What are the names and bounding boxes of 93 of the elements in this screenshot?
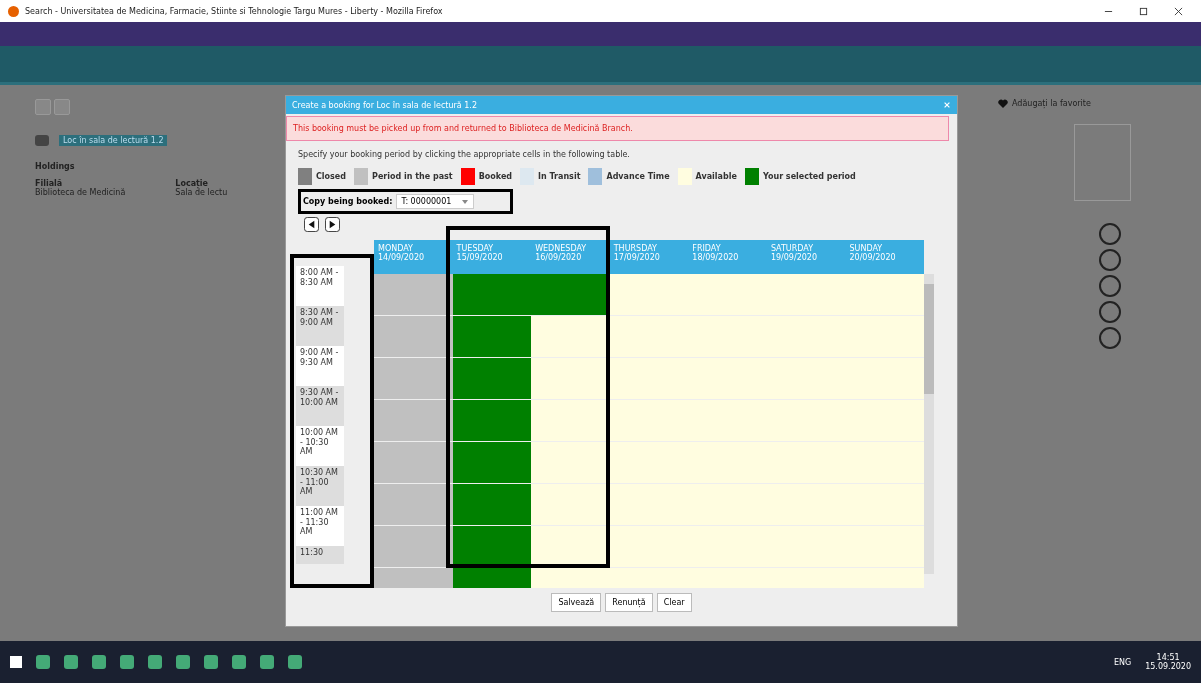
booking-cell[interactable] — [609, 400, 689, 441]
time-slot: 10:00 AM - 10:30 AM — [296, 426, 344, 466]
booking-cell[interactable] — [609, 316, 689, 357]
booking-cell[interactable] — [374, 274, 453, 315]
back-button[interactable] — [35, 99, 51, 115]
section-heading: Holdings — [35, 162, 76, 171]
day-header: TUESDAY 15/09/2020 — [455, 243, 504, 264]
taskbar-app-icon[interactable] — [288, 655, 302, 669]
booking-cell[interactable] — [374, 568, 453, 588]
booking-cell[interactable] — [452, 316, 532, 357]
taskbar-clock: 14:51 15.09.2020 — [1145, 653, 1191, 671]
booking-cell[interactable] — [845, 316, 925, 357]
record-title[interactable]: Loc în sala de lectură 1.2 — [59, 135, 168, 146]
time-slot: 8:00 AM - 8:30 AM — [296, 266, 344, 306]
booking-cell[interactable] — [452, 484, 532, 525]
booking-cell[interactable] — [845, 442, 925, 483]
taskbar-app-icon[interactable] — [260, 655, 274, 669]
legend-label: Closed — [316, 172, 347, 181]
taskbar-app-icon[interactable] — [92, 655, 106, 669]
legend-label: Your selected period — [762, 172, 856, 181]
copy-select[interactable]: T: 00000001 — [396, 194, 475, 209]
day-header: SUNDAY 20/09/2020 — [848, 243, 897, 264]
booking-cell[interactable] — [609, 274, 689, 315]
maximize-icon[interactable] — [1139, 6, 1148, 16]
booking-cell[interactable] — [452, 442, 532, 483]
time-slot: 11:00 AM - 11:30 AM — [296, 506, 344, 546]
booking-cell[interactable] — [845, 274, 925, 315]
legend-label: In Transit — [538, 172, 581, 181]
legend-label: Advance Time — [606, 172, 670, 181]
dialog-button[interactable]: Renunță — [605, 593, 653, 612]
booking-cell[interactable] — [374, 442, 453, 483]
column-heading: Locație — [175, 179, 209, 188]
taskbar-app-icon[interactable] — [120, 655, 134, 669]
column-value: Sala de lectu — [175, 188, 228, 197]
time-slot: 9:00 AM - 9:30 AM — [296, 346, 344, 386]
booking-cell[interactable] — [845, 568, 925, 588]
booking-cell[interactable] — [452, 400, 532, 441]
next-week-button[interactable] — [325, 217, 340, 232]
booking-cell[interactable] — [845, 526, 925, 567]
booking-cell[interactable] — [609, 484, 689, 525]
window-title: Search - Universitatea de Medicina, Farmacie, Stiinte si Tehnologie Targu Mures - Liberty - Mozilla Firefox — [25, 6, 444, 16]
booking-cell[interactable] — [374, 358, 453, 399]
taskbar-app-icon[interactable] — [36, 655, 50, 669]
day-header: FRIDAY 18/09/2020 — [691, 243, 740, 264]
booking-cell[interactable] — [452, 358, 532, 399]
language-indicator: ENG — [1113, 657, 1132, 667]
booking-cell[interactable] — [845, 400, 925, 441]
legend-label: Available — [695, 172, 737, 181]
day-header: WEDNESDAY 16/09/2020 — [534, 243, 588, 264]
taskbar-app-icon[interactable] — [204, 655, 218, 669]
legend-label: Period in the past — [372, 172, 453, 181]
copy-label: Copy being booked: — [303, 197, 393, 206]
booking-cell[interactable] — [609, 442, 689, 483]
scrollbar[interactable] — [924, 274, 934, 574]
browser-icon — [8, 5, 19, 17]
time-slot: 10:30 AM - 11:00 AM — [296, 466, 344, 506]
booking-cell[interactable] — [845, 358, 925, 399]
dialog-title: Create a booking for Loc în sala de lectură 1.2 — [292, 100, 477, 110]
booking-cell[interactable] — [452, 274, 532, 315]
dialog-button[interactable]: Salvează — [551, 593, 602, 612]
forward-button[interactable] — [54, 99, 70, 115]
address-bar[interactable] — [0, 22, 1201, 46]
booking-cell[interactable] — [374, 316, 453, 357]
column-heading: Filială — [35, 179, 64, 188]
booking-cell[interactable] — [609, 358, 689, 399]
taskbar-app-icon[interactable] — [232, 655, 246, 669]
column-value: Biblioteca de Medicină — [35, 188, 126, 197]
alert-message: This booking must be picked up from and returned to Biblioteca de Medicină Branch. — [286, 116, 949, 141]
day-header: SATURDAY 19/09/2020 — [769, 243, 818, 264]
booking-cell[interactable] — [374, 400, 453, 441]
taskbar-app-icon[interactable] — [176, 655, 190, 669]
time-slot: 9:30 AM - 10:00 AM — [296, 386, 344, 426]
windows-start-icon[interactable] — [10, 656, 22, 668]
favourite-link[interactable]: Adăugați la favorite — [1012, 99, 1091, 108]
time-slot: 8:30 AM - 9:00 AM — [296, 306, 344, 346]
instruction-text: Specify your booking period by clicking the appropriate cells in the following table. — [297, 149, 631, 161]
caret-icon[interactable] — [461, 197, 470, 206]
legend-label: Booked — [478, 172, 513, 181]
booking-cell[interactable] — [374, 484, 453, 525]
booking-cell[interactable] — [374, 526, 453, 567]
taskbar-app-icon[interactable] — [148, 655, 162, 669]
dialog-button[interactable]: Clear — [656, 593, 692, 612]
day-header: MONDAY 14/09/2020 — [377, 243, 426, 264]
booking-cell[interactable] — [845, 484, 925, 525]
booking-cell[interactable] — [452, 568, 532, 588]
day-header: THURSDAY 17/09/2020 — [612, 243, 661, 264]
taskbar-app-icon[interactable] — [64, 655, 78, 669]
time-slot: 11:30 — [296, 546, 344, 564]
heart-icon — [998, 99, 1008, 108]
booking-cell[interactable] — [609, 526, 689, 567]
previous-week-button[interactable] — [304, 217, 319, 232]
close-icon[interactable] — [1174, 6, 1183, 16]
booking-cell[interactable] — [531, 568, 610, 588]
